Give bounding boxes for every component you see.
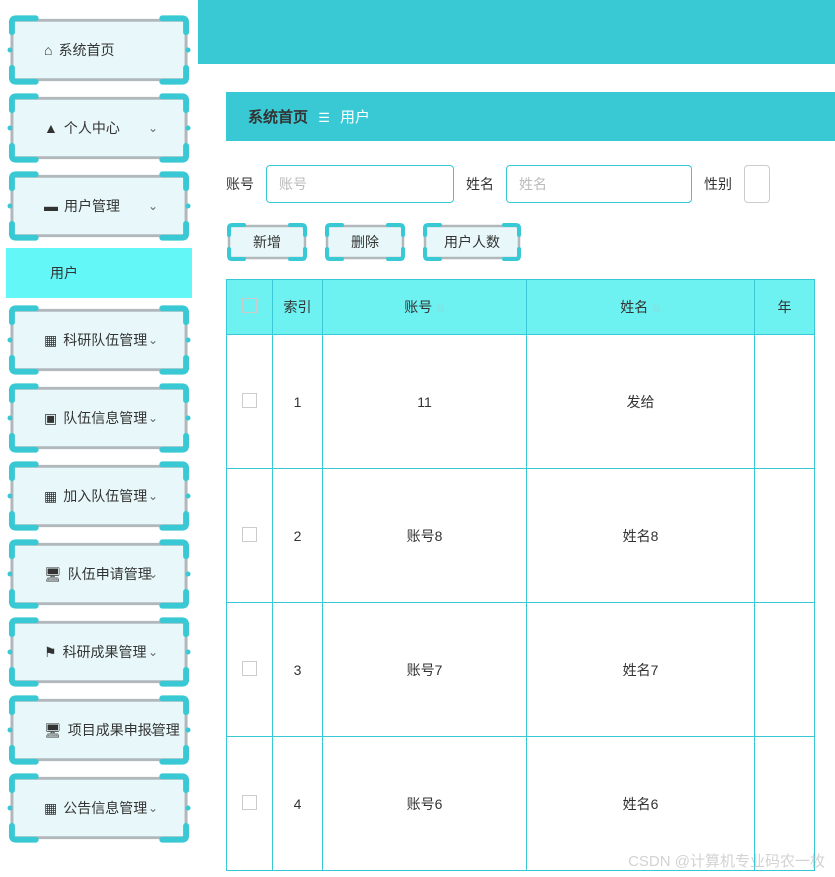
table-row: 3 账号7 姓名7 — [227, 603, 815, 737]
chevron-down-icon: ⌄ — [148, 801, 158, 815]
sidebar-item-9[interactable]: ▦ 公告信息管理 ⌄ — [6, 772, 192, 844]
sidebar-item-label: 🖥 队伍申请管理 — [44, 564, 152, 584]
user-icon: ▲ — [44, 120, 58, 136]
cell-account: 11 — [323, 335, 527, 469]
chevron-down-icon: ⌄ — [148, 121, 158, 135]
sidebar-item-label: ▬ 用户管理 — [44, 196, 120, 216]
box-icon: ▣ — [44, 410, 57, 427]
user-table: 索引 账号⇅ 姓名⇅ 年 1 11 发给 2 账号8 姓名8 3 账号7 姓名7… — [226, 279, 815, 871]
topbar — [198, 0, 835, 64]
cell-index: 1 — [273, 335, 323, 469]
grid-icon: ▦ — [44, 800, 57, 817]
breadcrumb-separator-icon: ☰ — [318, 110, 330, 125]
header-account[interactable]: 账号⇅ — [323, 280, 527, 335]
sidebar-item-7[interactable]: ⚑ 科研成果管理 ⌄ — [6, 616, 192, 688]
chevron-down-icon: ⌄ — [148, 723, 158, 737]
sidebar-item-label: 🖥 项目成果申报管理 — [44, 720, 180, 740]
header-year[interactable]: 年 — [755, 280, 815, 335]
cell-index: 2 — [273, 469, 323, 603]
home-icon: ⌂ — [44, 42, 52, 58]
sidebar-item-label: ▲ 个人中心 — [44, 118, 120, 138]
grid-icon: ▦ — [44, 332, 57, 349]
row-checkbox[interactable] — [242, 661, 257, 676]
account-label: 账号 — [226, 174, 254, 194]
monitor-icon: 🖥 — [44, 566, 62, 583]
gender-select[interactable] — [744, 165, 770, 203]
name-label: 姓名 — [466, 174, 494, 194]
sidebar-item-6[interactable]: 🖥 队伍申请管理 ⌄ — [6, 538, 192, 610]
table-row: 4 账号6 姓名6 — [227, 737, 815, 871]
chevron-down-icon: ⌄ — [148, 645, 158, 659]
monitor-icon: 🖥 — [44, 722, 62, 739]
action-bar: 新增 删除 用户人数 — [226, 223, 835, 261]
sidebar-item-label: ⌂ 系统首页 — [44, 40, 114, 60]
cell-year — [755, 603, 815, 737]
cell-account: 账号7 — [323, 603, 527, 737]
sidebar-item-label: ▦ 公告信息管理 — [44, 798, 147, 818]
table-row: 2 账号8 姓名8 — [227, 469, 815, 603]
select-all-checkbox[interactable] — [242, 298, 257, 313]
cell-year — [755, 737, 815, 871]
row-checkbox[interactable] — [242, 527, 257, 542]
row-checkbox[interactable] — [242, 393, 257, 408]
chevron-down-icon: ⌄ — [148, 411, 158, 425]
sidebar-item-label: ▦ 科研队伍管理 — [44, 330, 147, 350]
chevron-down-icon: ⌄ — [148, 567, 158, 581]
header-index[interactable]: 索引 — [273, 280, 323, 335]
sidebar-item-label: ▦ 加入队伍管理 — [44, 486, 147, 506]
sidebar-submenu-user[interactable]: 用户 — [6, 248, 192, 298]
cell-name: 发给 — [527, 335, 755, 469]
cell-account: 账号8 — [323, 469, 527, 603]
chevron-down-icon: ⌄ — [148, 333, 158, 347]
sidebar-item-8[interactable]: 🖥 项目成果申报管理 ⌄ — [6, 694, 192, 766]
cell-name: 姓名8 — [527, 469, 755, 603]
add-button[interactable]: 新增 — [226, 223, 308, 261]
chart-icon: ▬ — [44, 198, 58, 214]
sidebar: ⌂ 系统首页 ▲ 个人中心 ⌄ ▬ 用户管理 ⌄ 用户 ▦ 科研队伍管理 ⌄ ▣ … — [0, 0, 198, 877]
sidebar-item-1[interactable]: ▲ 个人中心 ⌄ — [6, 92, 192, 164]
main-area: 系统首页 ☰ 用户 账号 姓名 性别 新增 删除 — [198, 0, 835, 877]
chevron-down-icon: ⌄ — [148, 199, 158, 213]
sidebar-item-label: ▣ 队伍信息管理 — [44, 408, 147, 428]
breadcrumb-home[interactable]: 系统首页 — [248, 109, 308, 126]
filter-bar: 账号 姓名 性别 — [226, 165, 835, 203]
sort-icon: ⇅ — [436, 304, 444, 315]
grid-icon: ▦ — [44, 488, 57, 505]
name-input[interactable] — [506, 165, 692, 203]
sidebar-item-4[interactable]: ▣ 队伍信息管理 ⌄ — [6, 382, 192, 454]
cell-year — [755, 335, 815, 469]
sidebar-item-3[interactable]: ▦ 科研队伍管理 ⌄ — [6, 304, 192, 376]
table-row: 1 11 发给 — [227, 335, 815, 469]
header-name[interactable]: 姓名⇅ — [527, 280, 755, 335]
cell-index: 4 — [273, 737, 323, 871]
user-count-button[interactable]: 用户人数 — [422, 223, 522, 261]
breadcrumb: 系统首页 ☰ 用户 — [226, 92, 835, 141]
sidebar-item-0[interactable]: ⌂ 系统首页 — [6, 14, 192, 86]
cell-year — [755, 469, 815, 603]
cell-name: 姓名7 — [527, 603, 755, 737]
account-input[interactable] — [266, 165, 454, 203]
delete-button[interactable]: 删除 — [324, 223, 406, 261]
sidebar-item-5[interactable]: ▦ 加入队伍管理 ⌄ — [6, 460, 192, 532]
cell-index: 3 — [273, 603, 323, 737]
sort-icon: ⇅ — [652, 304, 660, 315]
row-checkbox[interactable] — [242, 795, 257, 810]
cell-account: 账号6 — [323, 737, 527, 871]
sidebar-item-2[interactable]: ▬ 用户管理 ⌄ — [6, 170, 192, 242]
flag-icon: ⚑ — [44, 644, 57, 661]
gender-label: 性别 — [704, 174, 732, 194]
sidebar-item-label: ⚑ 科研成果管理 — [44, 642, 147, 662]
chevron-down-icon: ⌄ — [148, 489, 158, 503]
breadcrumb-current: 用户 — [340, 109, 370, 126]
cell-name: 姓名6 — [527, 737, 755, 871]
